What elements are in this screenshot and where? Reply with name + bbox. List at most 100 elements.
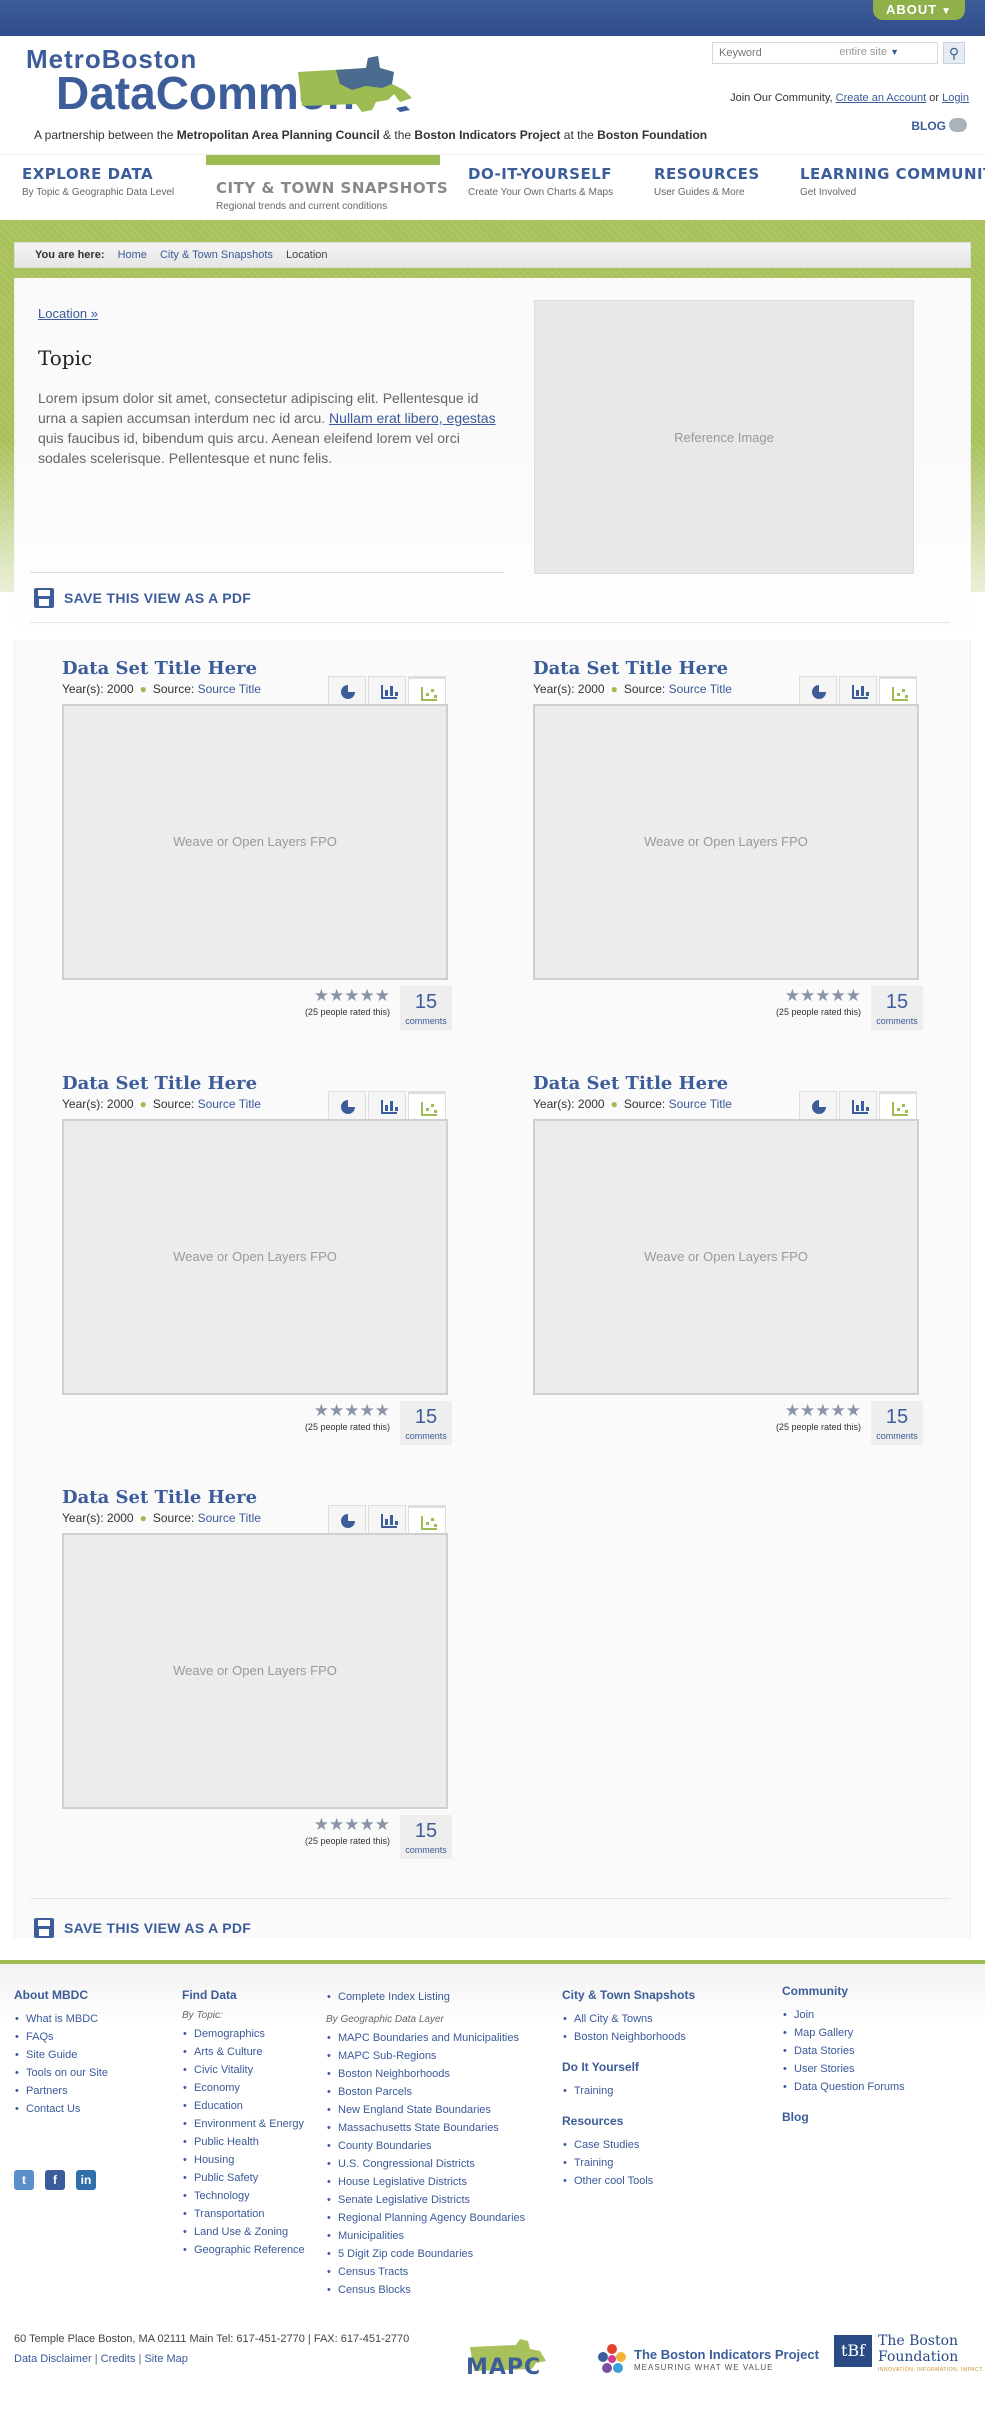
footer-link[interactable]: Partners xyxy=(14,2082,108,2100)
footer-heading[interactable]: City & Town Snapshots xyxy=(562,1988,695,2002)
footer-link[interactable]: User Stories xyxy=(782,2060,905,2078)
comments-button[interactable]: 15 comments xyxy=(871,986,923,1030)
tab-pie-chart[interactable] xyxy=(328,1505,366,1533)
tab-bar-chart[interactable] xyxy=(368,1091,406,1119)
twitter-icon[interactable]: t xyxy=(14,2170,34,2190)
footer-link[interactable]: Contact Us xyxy=(14,2100,108,2118)
footer-link[interactable]: Boston Neighborhoods xyxy=(562,2028,695,2046)
footer-link[interactable]: 5 Digit Zip code Boundaries xyxy=(326,2245,525,2263)
footer-link[interactable]: House Legislative Districts xyxy=(326,2173,525,2191)
comments-button[interactable]: 15 comments xyxy=(400,1815,452,1859)
footer-link[interactable]: Regional Planning Agency Boundaries xyxy=(326,2209,525,2227)
footer-link[interactable]: Technology xyxy=(182,2187,305,2205)
footer-heading[interactable]: Community xyxy=(782,1984,905,1998)
comments-button[interactable]: 15 comments xyxy=(871,1401,923,1445)
footer-link[interactable]: Transportation xyxy=(182,2205,305,2223)
star-rating[interactable]: ★★★★★ xyxy=(305,1402,390,1419)
footer-link[interactable]: Boston Parcels xyxy=(326,2083,525,2101)
login-link[interactable]: Login xyxy=(942,92,969,104)
footer-link[interactable]: Municipalities xyxy=(326,2227,525,2245)
site-logo[interactable]: MetroBoston DataCommon xyxy=(26,44,412,136)
comments-button[interactable]: 15 comments xyxy=(400,986,452,1030)
dataset-title[interactable]: Data Set Title Here xyxy=(62,658,257,679)
footer-link[interactable]: Data Question Forums xyxy=(782,2078,905,2096)
location-link[interactable]: Location » xyxy=(38,306,98,321)
source-link[interactable]: Source Title xyxy=(669,1097,732,1111)
dataset-title[interactable]: Data Set Title Here xyxy=(533,1073,728,1094)
boston-indicators-logo[interactable]: The Boston Indicators Project MEASURING … xyxy=(596,2341,819,2381)
visualization-placeholder[interactable]: Weave or Open Layers FPO xyxy=(62,1533,448,1809)
tab-scatter-plot[interactable] xyxy=(408,1505,446,1533)
credits-link[interactable]: Credits xyxy=(101,2353,136,2365)
footer-blog-link[interactable]: Blog xyxy=(782,2110,905,2124)
tab-scatter-plot[interactable] xyxy=(408,1091,446,1119)
tab-bar-chart[interactable] xyxy=(368,1505,406,1533)
nav-explore-data[interactable]: EXPLORE DATA By Topic & Geographic Data … xyxy=(22,165,174,198)
footer-link[interactable]: Massachusetts State Boundaries xyxy=(326,2119,525,2137)
footer-link[interactable]: Civic Vitality xyxy=(182,2061,305,2079)
footer-link[interactable]: Site Guide xyxy=(14,2046,108,2064)
footer-link[interactable]: All City & Towns xyxy=(562,2010,695,2028)
footer-link[interactable]: Demographics xyxy=(182,2025,305,2043)
footer-link[interactable]: Boston Neighborhoods xyxy=(326,2065,525,2083)
data-disclaimer-link[interactable]: Data Disclaimer xyxy=(14,2353,92,2365)
footer-link[interactable]: Public Safety xyxy=(182,2169,305,2187)
footer-heading[interactable]: Find Data xyxy=(182,1988,305,2002)
nav-do-it-yourself[interactable]: DO-IT-YOURSELF Create Your Own Charts & … xyxy=(468,165,613,198)
footer-link[interactable]: Map Gallery xyxy=(782,2024,905,2042)
tab-pie-chart[interactable] xyxy=(328,676,366,704)
intro-inline-link[interactable]: Nullam erat libero, egestas xyxy=(329,410,496,426)
star-rating[interactable]: ★★★★★ xyxy=(305,987,390,1004)
tab-scatter-plot[interactable] xyxy=(879,1091,917,1119)
footer-heading[interactable]: About MBDC xyxy=(14,1988,108,2002)
footer-link[interactable]: New England State Boundaries xyxy=(326,2101,525,2119)
dataset-title[interactable]: Data Set Title Here xyxy=(62,1073,257,1094)
footer-link[interactable]: Training xyxy=(562,2082,695,2100)
footer-link[interactable]: Other cool Tools xyxy=(562,2172,695,2190)
footer-link[interactable]: Census Tracts xyxy=(326,2263,525,2281)
nav-learning-community[interactable]: LEARNING COMMUNITY Get Involved xyxy=(800,165,985,198)
star-rating[interactable]: ★★★★★ xyxy=(776,1402,861,1419)
about-button[interactable]: ABOUT ▼ xyxy=(873,0,965,20)
boston-foundation-logo[interactable]: tBf The Boston Foundation INNOVATION. INF… xyxy=(834,2333,983,2377)
create-account-link[interactable]: Create an Account xyxy=(836,92,927,104)
save-pdf-button-bottom[interactable]: SAVE THIS VIEW AS A PDF xyxy=(34,1918,251,1940)
footer-link[interactable]: Education xyxy=(182,2097,305,2115)
mapc-logo[interactable]: MAPC xyxy=(466,2337,556,2381)
visualization-placeholder[interactable]: Weave or Open Layers FPO xyxy=(533,704,919,980)
footer-link[interactable]: Census Blocks xyxy=(326,2281,525,2299)
source-link[interactable]: Source Title xyxy=(198,1511,261,1525)
nav-resources[interactable]: RESOURCES User Guides & More xyxy=(654,165,760,198)
visualization-placeholder[interactable]: Weave or Open Layers FPO xyxy=(533,1119,919,1395)
footer-link[interactable]: FAQs xyxy=(14,2028,108,2046)
footer-link[interactable]: U.S. Congressional Districts xyxy=(326,2155,525,2173)
linkedin-icon[interactable]: in xyxy=(76,2170,96,2190)
tab-pie-chart[interactable] xyxy=(328,1091,366,1119)
blog-link[interactable]: BLOG xyxy=(911,118,967,133)
footer-link[interactable]: Land Use & Zoning xyxy=(182,2223,305,2241)
footer-link[interactable]: What is MBDC xyxy=(14,2010,108,2028)
footer-link[interactable]: Public Health xyxy=(182,2133,305,2151)
footer-link[interactable]: Complete Index Listing xyxy=(326,1988,525,2006)
visualization-placeholder[interactable]: Weave or Open Layers FPO xyxy=(62,704,448,980)
dataset-title[interactable]: Data Set Title Here xyxy=(533,658,728,679)
save-pdf-button[interactable]: SAVE THIS VIEW AS A PDF xyxy=(34,588,251,610)
footer-link[interactable]: County Boundaries xyxy=(326,2137,525,2155)
footer-link[interactable]: Data Stories xyxy=(782,2042,905,2060)
source-link[interactable]: Source Title xyxy=(198,682,261,696)
footer-heading[interactable]: Do It Yourself xyxy=(562,2060,695,2074)
search-scope-select[interactable]: entire site ▼ xyxy=(839,46,899,58)
breadcrumb-home-link[interactable]: Home xyxy=(118,249,147,261)
site-map-link[interactable]: Site Map xyxy=(144,2353,187,2365)
star-rating[interactable]: ★★★★★ xyxy=(305,1816,390,1833)
footer-link[interactable]: MAPC Sub-Regions xyxy=(326,2047,525,2065)
footer-link[interactable]: Environment & Energy xyxy=(182,2115,305,2133)
footer-link[interactable]: Senate Legislative Districts xyxy=(326,2191,525,2209)
footer-link[interactable]: Join xyxy=(782,2006,905,2024)
footer-link[interactable]: Case Studies xyxy=(562,2136,695,2154)
tab-pie-chart[interactable] xyxy=(799,676,837,704)
tab-bar-chart[interactable] xyxy=(839,676,877,704)
tab-pie-chart[interactable] xyxy=(799,1091,837,1119)
footer-link[interactable]: Housing xyxy=(182,2151,305,2169)
footer-link[interactable]: Arts & Culture xyxy=(182,2043,305,2061)
